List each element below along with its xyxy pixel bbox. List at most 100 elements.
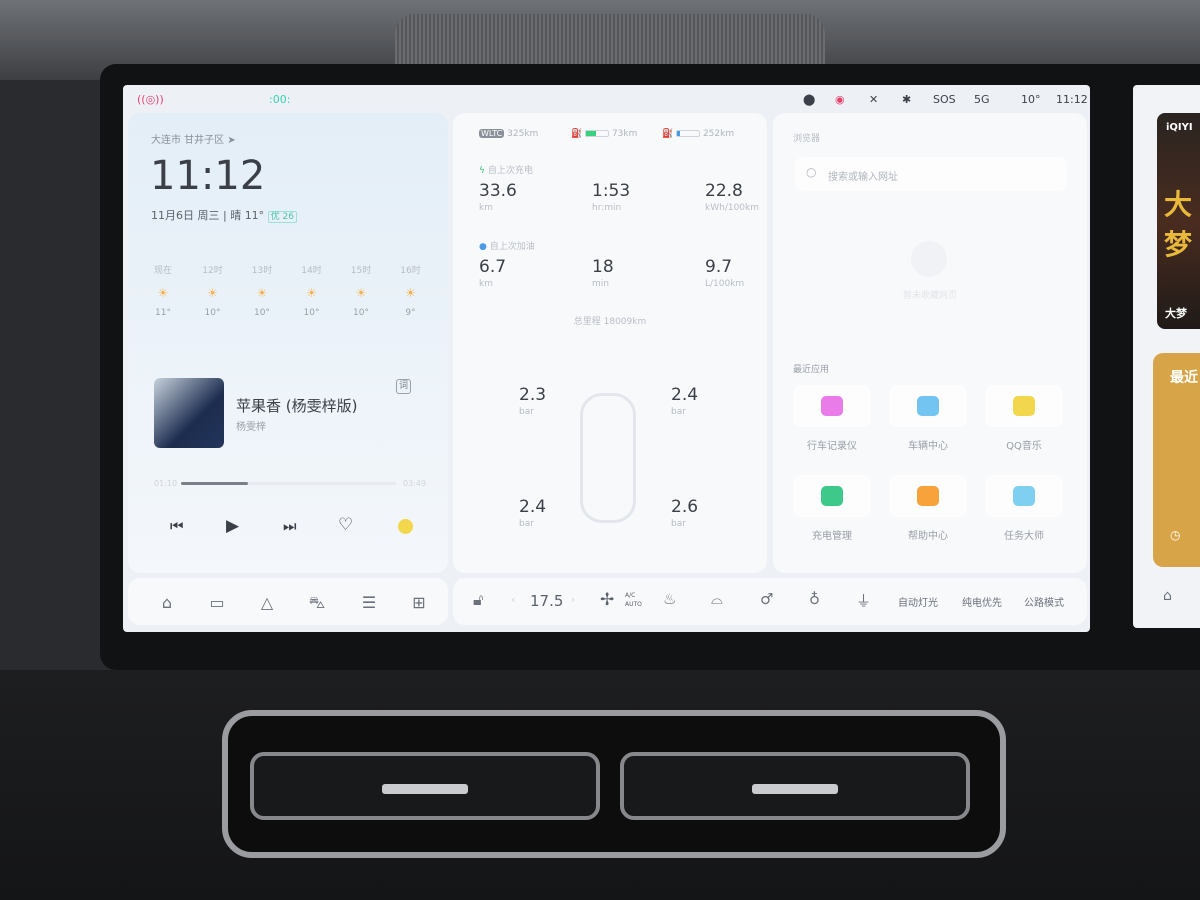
tire-unit: bar [671, 407, 686, 417]
album-art[interactable] [154, 378, 224, 448]
sun-icon: ☀ [405, 286, 416, 300]
toggle-controls-icon[interactable]: ☰ [359, 593, 379, 613]
tire-unit: bar [519, 407, 534, 417]
defrost-icon[interactable]: ⌓ [711, 590, 723, 608]
charge-plug-icon[interactable]: ⏚ [856, 590, 871, 611]
seat-heat-icon[interactable]: ♨ [663, 590, 676, 608]
sun-icon: ☀ [256, 286, 268, 300]
driver-monitor-icon[interactable]: :00: [269, 93, 290, 106]
dashcam-recording-icon[interactable]: ((◎)) [137, 93, 164, 106]
search-icon: ○ [806, 165, 817, 179]
hourly-item: 15时 ☀ 10° [347, 263, 375, 318]
mirror-icon[interactable]: ♂ [760, 590, 773, 608]
hourly-item: 16时 ☀ 9° [397, 263, 425, 318]
steering-heat-icon[interactable]: ♁ [809, 590, 820, 608]
hour-temp: 10° [204, 308, 221, 318]
apps-grid-icon[interactable]: ⊞ [409, 593, 429, 613]
hour-label: 16时 [400, 266, 421, 276]
recent-card[interactable]: 最近 ◷ [1153, 353, 1200, 567]
metric-unit: kWh/100km [705, 203, 760, 213]
app-help[interactable]: 帮助中心 [889, 475, 967, 542]
app-label: 任务大师 [1004, 531, 1044, 542]
sun-icon: ☀ [207, 286, 218, 300]
progress-fill [181, 482, 248, 485]
weather-music-card: 大连市 甘井子区 ➤ 11:12 11月6日 周三 | 晴 11° 优 26 现… [128, 113, 448, 573]
heart-icon[interactable]: ♡ [338, 515, 353, 535]
next-track-icon[interactable]: ⏭ [283, 517, 297, 535]
iqiyi-poster[interactable]: iQIYI 大梦 大梦 [1157, 113, 1200, 329]
road-mode-button[interactable]: 公路模式 [1024, 594, 1064, 609]
metric-value: 9.7 [705, 257, 733, 277]
unlock-icon[interactable]: 🔓︎ [473, 590, 483, 610]
vent-right [620, 752, 970, 820]
app-label: 充电管理 [812, 531, 852, 542]
app-label: 帮助中心 [908, 531, 948, 542]
tire-pressure-rr: 2.6 bar [671, 497, 698, 529]
battery-charge-icon [821, 486, 843, 506]
trip-metric: 22.8 kWh/100km [705, 181, 759, 213]
progress-slider[interactable] [181, 482, 396, 485]
hourly-item: 12时 ☀ 10° [199, 263, 227, 318]
hour-temp: 10° [303, 308, 320, 318]
lyrics-button[interactable]: 词 [396, 379, 411, 394]
metric-value: 22.8 [705, 181, 743, 201]
car-icon[interactable]: ⛍ [307, 593, 327, 613]
app-battery-charge[interactable]: 充电管理 [793, 475, 871, 542]
tire-value: 2.3 [519, 385, 547, 405]
vent-left [250, 752, 600, 820]
home-icon[interactable]: ⌂ [1163, 588, 1172, 604]
metric-unit: min [592, 279, 609, 289]
auto-light-button[interactable]: 自动灯光 [898, 594, 938, 609]
previous-track-icon[interactable]: ⏮ [170, 517, 184, 535]
artist-name: 杨雯梓 [236, 422, 266, 433]
record-icon[interactable]: ◉ [835, 93, 845, 106]
outside-temperature: 10° [1021, 93, 1041, 106]
play-icon[interactable]: ▶ [226, 516, 239, 536]
browser-title[interactable]: 浏览器 [793, 131, 820, 144]
ev-priority-button[interactable]: 纯电优先 [962, 594, 1002, 609]
recent-apps-title: 最近应用 [793, 365, 830, 375]
passenger-screen: iQIYI 大梦 大梦 最近 ◷ ⌂ [1133, 85, 1200, 628]
clock-icon: ◷ [1170, 528, 1181, 542]
app-dashcam[interactable]: 行车记录仪 [793, 385, 871, 452]
browser-search-input[interactable]: ○ 搜索或输入网址 [795, 157, 1067, 191]
trip-metric: 33.6 km [479, 181, 517, 213]
home-icon[interactable]: ⌂ [157, 593, 177, 613]
qq-music-source-icon[interactable] [398, 519, 413, 534]
app-car[interactable]: 车辆中心 [889, 385, 967, 452]
navigation-icon[interactable]: △ [257, 593, 277, 613]
network-indicator: 5G [974, 93, 990, 106]
wltc-range: WLTC 325km [479, 129, 539, 139]
camera-icon[interactable]: ▭ [207, 593, 227, 613]
help-icon [917, 486, 939, 506]
tire-unit: bar [519, 519, 534, 529]
metric-unit: hr:min [592, 203, 622, 213]
sos-button[interactable]: SOS [933, 93, 956, 106]
layers-icon [1013, 486, 1035, 506]
car-icon [917, 396, 939, 416]
clock: 11:12 [150, 153, 266, 199]
tire-pressure-fr: 2.4 bar [671, 385, 698, 417]
hour-label: 现在 [153, 266, 172, 276]
trip-metric: 6.7 km [479, 257, 506, 289]
hourly-item: 现在 ☀ 11° [149, 263, 177, 318]
location-icon[interactable]: ⬤ [803, 93, 815, 106]
ev-range: ⛽ 73km [571, 129, 638, 139]
fan-icon[interactable]: ✢ [600, 590, 614, 610]
bluetooth-icon[interactable]: ✱ [902, 93, 911, 106]
mute-icon[interactable]: ✕ [869, 93, 878, 106]
app-layers[interactable]: 任务大师 [985, 475, 1063, 542]
since-charge-label: ϟ 自上次充电 [479, 166, 533, 176]
ac-auto-button[interactable]: A/C AUTO [625, 591, 642, 609]
iqiyi-logo: iQIYI [1166, 122, 1193, 133]
metric-unit: km [479, 279, 493, 289]
air-vent [222, 710, 1006, 858]
app-qq-music[interactable]: QQ音乐 [985, 385, 1063, 452]
temp-up-button[interactable]: › [571, 593, 575, 606]
temp-down-button[interactable]: ‹ [511, 593, 515, 606]
odometer: 总里程 18009km [573, 317, 647, 327]
fuel-range: ⛽ 252km [662, 129, 735, 139]
hour-label: 14时 [301, 266, 322, 276]
app-label: 车辆中心 [908, 441, 948, 452]
browser-apps-card: 浏览器 ○ 搜索或输入网址 暂未收藏网页 最近应用 行车记录仪 车辆中心 QQ音乐充… [773, 113, 1087, 573]
